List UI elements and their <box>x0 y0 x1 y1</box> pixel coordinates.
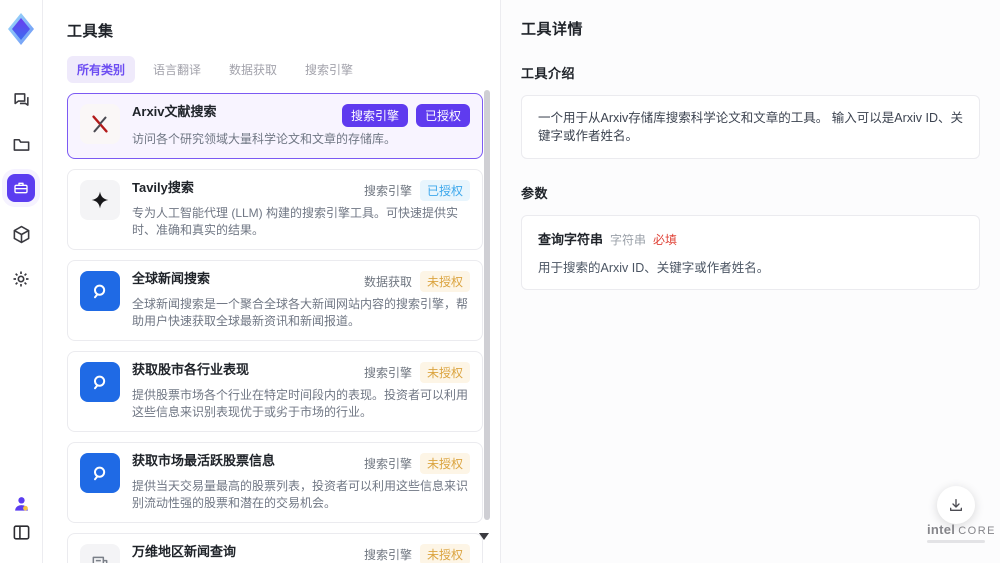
auth-status-badge: 未授权 <box>419 362 470 383</box>
detail-title: 工具详情 <box>521 21 584 38</box>
arxiv-icon <box>80 104 120 144</box>
tab-all-categories[interactable]: 所有类别 <box>67 56 136 83</box>
tool-description: 专为人工智能代理 (LLM) 构建的搜索引擎工具。可快速提供实时、准确和真实的结… <box>132 206 459 237</box>
newspaper-icon <box>80 544 120 563</box>
category-label: 搜索引擎 <box>363 548 412 562</box>
news-search-icon <box>80 271 120 311</box>
page-title: 工具集 <box>67 23 114 40</box>
download-button[interactable] <box>937 486 975 524</box>
tool-name: 全球新闻搜索 <box>132 271 211 286</box>
param-description: 用于搜索的Arxiv ID、关键字或作者姓名。 <box>538 261 770 275</box>
tool-detail-panel: 工具详情 工具介绍 一个用于从Arxiv存储库搜索科学论文和文章的工具。 输入可… <box>500 0 1000 563</box>
category-label: 搜索引擎 <box>363 457 412 471</box>
auth-status-badge: 已授权 <box>415 104 470 127</box>
auth-status-badge: 未授权 <box>419 271 470 292</box>
category-label: 搜索引擎 <box>363 366 412 380</box>
param-box: 查询字符串 字符串 必填 用于搜索的Arxiv ID、关键字或作者姓名。 <box>521 215 980 290</box>
tavily-star-icon <box>80 180 120 220</box>
intro-text: 一个用于从Arxiv存储库搜索科学论文和文章的工具。 输入可以是Arxiv ID… <box>538 111 964 143</box>
toolbox-nav-icon-active[interactable] <box>0 173 42 203</box>
params-heading: 参数 <box>521 186 549 201</box>
tool-description: 访问各个研究领域大量科学论文和文章的存储库。 <box>132 132 397 146</box>
auth-status-badge: 未授权 <box>419 544 470 563</box>
param-name: 查询字符串 <box>538 232 604 247</box>
folder-nav-icon[interactable] <box>0 129 42 159</box>
auth-status-badge: 已授权 <box>419 180 470 201</box>
category-label: 搜索引擎 <box>363 184 412 198</box>
tool-description: 提供当天交易量最高的股票列表，投资者可以利用这些信息来识别流动性强的股票和潜在的… <box>132 479 469 510</box>
tool-list-panel: 工具集 所有类别 语言翻译 数据获取 搜索引擎 Arxiv文献搜索 搜索引擎 已… <box>42 0 500 563</box>
tool-card-sector-performance[interactable]: 获取股市各行业表现 搜索引擎 未授权 提供股票市场各个行业在特定时间段内的表现。… <box>67 351 483 432</box>
icon-sidebar <box>0 0 43 563</box>
tool-description: 全球新闻搜索是一个聚合全球各大新闻网站内容的搜索引擎，帮助用户快速获取全球最新资… <box>132 297 469 328</box>
param-required-flag: 必填 <box>653 233 678 247</box>
tab-language-translation[interactable]: 语言翻译 <box>143 56 211 83</box>
scroll-down-arrow-icon[interactable] <box>479 533 489 540</box>
active-nav-highlight <box>7 174 35 202</box>
stock-search-icon <box>80 362 120 402</box>
core-wordmark: core <box>958 525 997 537</box>
chat-nav-icon[interactable] <box>0 84 42 114</box>
tool-card-most-active-stocks[interactable]: 获取市场最活跃股票信息 搜索引擎 未授权 提供当天交易量最高的股票列表，投资者可… <box>67 442 483 523</box>
tool-card-tavily[interactable]: Tavily搜索 搜索引擎 已授权 专为人工智能代理 (LLM) 构建的搜索引擎… <box>67 169 483 250</box>
package-nav-icon[interactable] <box>0 219 42 249</box>
auth-status-badge: 未授权 <box>419 453 470 474</box>
category-label: 数据获取 <box>363 275 412 289</box>
list-scrollbar-thumb[interactable] <box>484 90 490 520</box>
intel-core-logo: intel core <box>927 523 996 543</box>
tab-data-fetch[interactable]: 数据获取 <box>219 56 287 83</box>
tool-card-list: Arxiv文献搜索 搜索引擎 已授权 访问各个研究领域大量科学论文和文章的存储库… <box>67 93 483 563</box>
tool-name: Tavily搜索 <box>132 180 194 195</box>
settings-gear-icon[interactable] <box>0 264 42 294</box>
param-type: 字符串 <box>610 233 647 247</box>
download-icon <box>950 499 962 511</box>
tool-card-regional-news[interactable]: 万维地区新闻查询 搜索引擎 未授权 查询具体行政区划内的新闻，快速了解各地新闻动 <box>67 533 483 563</box>
stock-search-icon <box>80 453 120 493</box>
tool-card-arxiv[interactable]: Arxiv文献搜索 搜索引擎 已授权 访问各个研究领域大量科学论文和文章的存储库… <box>67 93 483 159</box>
collapse-panel-icon[interactable] <box>0 517 42 547</box>
tool-name: Arxiv文献搜索 <box>132 104 217 119</box>
app-window: 工具集 所有类别 语言翻译 数据获取 搜索引擎 Arxiv文献搜索 搜索引擎 已… <box>0 0 1000 563</box>
tool-name: 获取市场最活跃股票信息 <box>132 453 276 468</box>
category-tabs: 所有类别 语言翻译 数据获取 搜索引擎 <box>67 56 500 83</box>
tab-search-engine[interactable]: 搜索引擎 <box>295 56 363 83</box>
category-badge: 搜索引擎 <box>341 104 408 127</box>
user-avatar-icon[interactable] <box>0 488 42 518</box>
tool-name: 万维地区新闻查询 <box>132 544 237 559</box>
intel-wordmark: intel <box>927 522 956 537</box>
logo-underline <box>927 540 985 543</box>
intro-heading: 工具介绍 <box>521 66 576 81</box>
tool-description: 提供股票市场各个行业在特定时间段内的表现。投资者可以利用这些信息来识别表现优于或… <box>132 388 469 419</box>
tool-card-global-news[interactable]: 全球新闻搜索 数据获取 未授权 全球新闻搜索是一个聚合全球各大新闻网站内容的搜索… <box>67 260 483 341</box>
app-logo-icon <box>8 13 34 45</box>
intro-box: 一个用于从Arxiv存储库搜索科学论文和文章的工具。 输入可以是Arxiv ID… <box>521 95 980 159</box>
tool-name: 获取股市各行业表现 <box>132 362 250 377</box>
